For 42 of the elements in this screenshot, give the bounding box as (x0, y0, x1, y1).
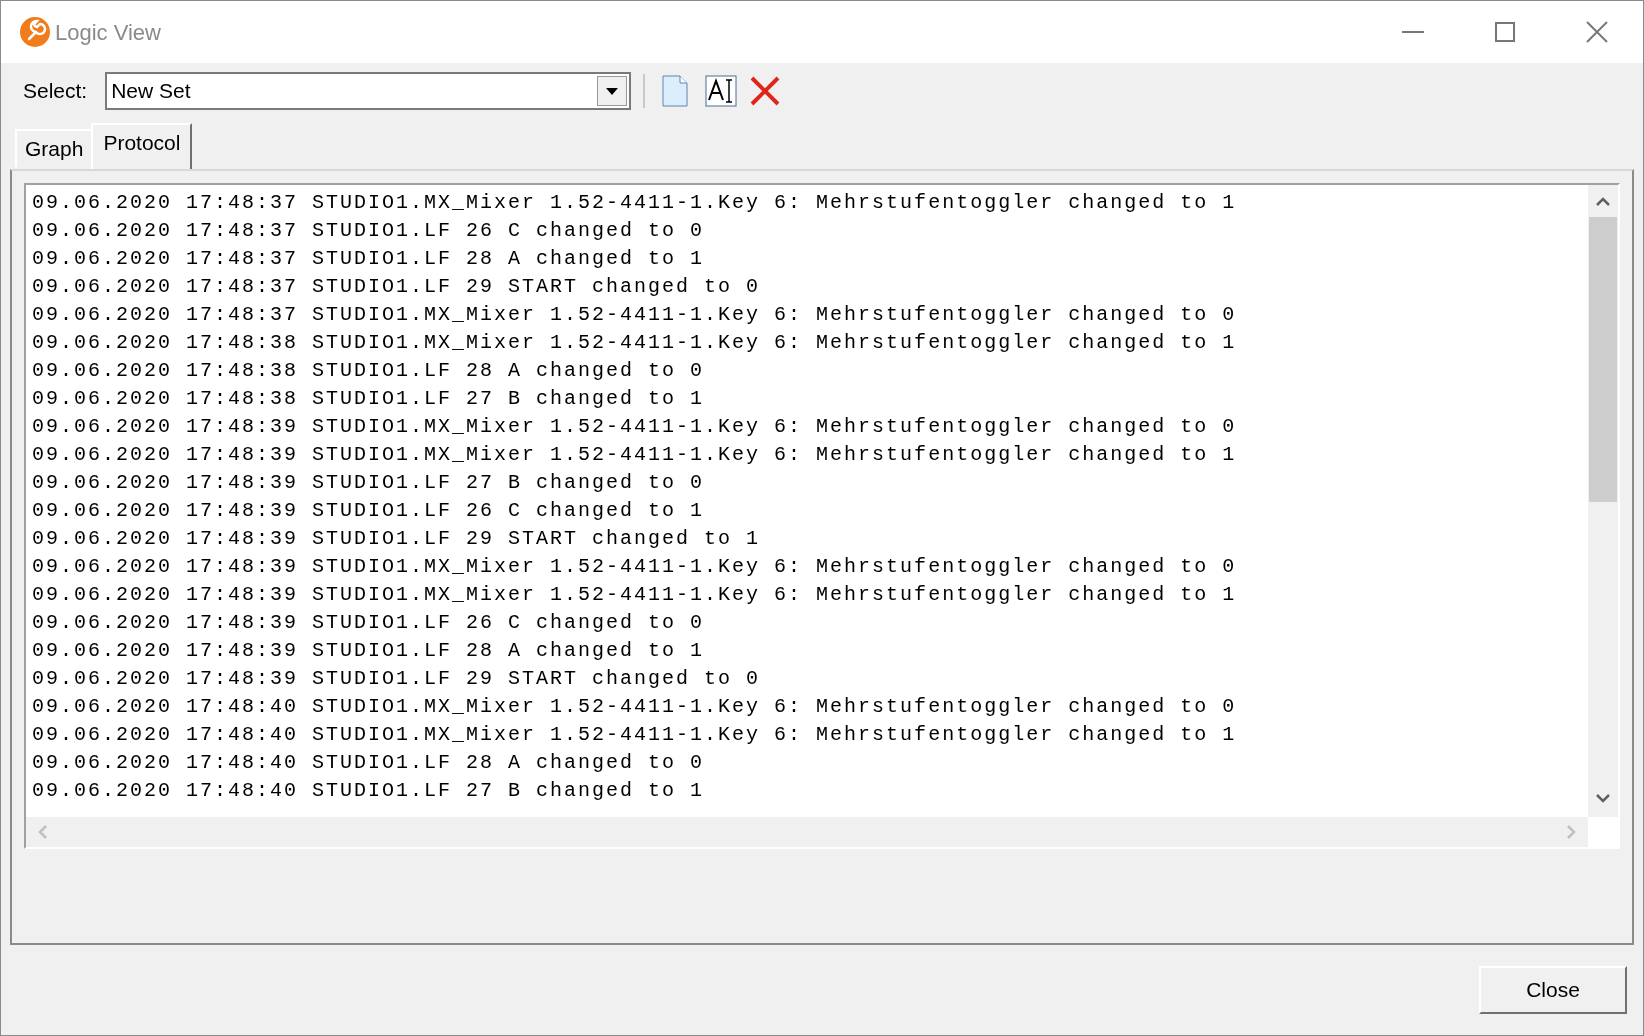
log-line: 09.06.2020 17:48:39 STUDIO1.LF 26 C changed to 0 (32, 610, 705, 636)
log-line: 09.06.2020 17:48:40 STUDIO1.LF 27 B changed to 1 (32, 778, 705, 804)
delete-cross-icon[interactable] (749, 75, 782, 107)
log-line: 09.06.2020 17:48:38 STUDIO1.LF 28 A changed to 0 (32, 358, 705, 384)
log-line: 09.06.2020 17:48:37 STUDIO1.LF 29 START changed to 0 (32, 274, 761, 300)
select-dropdown[interactable]: New Set (105, 72, 632, 110)
scroll-right-icon[interactable] (1566, 825, 1576, 839)
scroll-left-icon[interactable] (38, 825, 48, 839)
app-wrench-icon (19, 16, 51, 48)
log-line: 09.06.2020 17:48:38 STUDIO1.LF 27 B changed to 1 (32, 386, 705, 412)
rename-text-icon[interactable] (705, 75, 738, 107)
log-line: 09.06.2020 17:48:37 STUDIO1.MX_Mixer 1.52-4411-1.Key 6: Mehrstufentoggler changed to 0 (32, 302, 1237, 328)
select-label: Select: (23, 78, 88, 105)
log-line: 09.06.2020 17:48:39 STUDIO1.LF 29 START changed to 1 (32, 526, 761, 552)
vertical-scrollbar[interactable] (1588, 185, 1618, 817)
log-line: 09.06.2020 17:48:39 STUDIO1.LF 26 C changed to 1 (32, 498, 705, 524)
scrollbar-thumb[interactable] (1589, 217, 1617, 502)
log-line: 09.06.2020 17:48:39 STUDIO1.MX_Mixer 1.52-4411-1.Key 6: Mehrstufentoggler changed to 0 (32, 414, 1237, 440)
log-line: 09.06.2020 17:48:37 STUDIO1.MX_Mixer 1.52-4411-1.Key 6: Mehrstufentoggler changed to 1 (32, 190, 1237, 216)
new-document-icon[interactable] (661, 75, 690, 107)
log-line: 09.06.2020 17:48:39 STUDIO1.LF 29 START changed to 0 (32, 666, 761, 692)
tab[interactable]: Protocol (91, 123, 193, 169)
log-line: 09.06.2020 17:48:37 STUDIO1.LF 26 C changed to 0 (32, 218, 705, 244)
log-line: 09.06.2020 17:48:40 STUDIO1.MX_Mixer 1.52-4411-1.Key 6: Mehrstufentoggler changed to 1 (32, 722, 1237, 748)
scroll-up-icon[interactable] (1596, 197, 1610, 207)
maximize-icon[interactable] (1495, 22, 1515, 42)
log-line: 09.06.2020 17:48:39 STUDIO1.LF 28 A changed to 1 (32, 638, 705, 664)
horizontal-scrollbar[interactable] (26, 817, 1588, 847)
close-button[interactable]: Close (1479, 966, 1627, 1014)
close-icon[interactable] (1586, 21, 1608, 43)
minimize-icon[interactable] (1402, 31, 1424, 33)
log-line: 09.06.2020 17:48:40 STUDIO1.MX_Mixer 1.52-4411-1.Key 6: Mehrstufentoggler changed to 0 (32, 694, 1237, 720)
log-line: 09.06.2020 17:48:39 STUDIO1.LF 27 B changed to 0 (32, 470, 705, 496)
log-line: 09.06.2020 17:48:37 STUDIO1.LF 28 A changed to 1 (32, 246, 705, 272)
log-line: 09.06.2020 17:48:39 STUDIO1.MX_Mixer 1.52-4411-1.Key 6: Mehrstufentoggler changed to 1 (32, 442, 1237, 468)
log-line: 09.06.2020 17:48:40 STUDIO1.LF 28 A changed to 0 (32, 750, 705, 776)
log-line: 09.06.2020 17:48:38 STUDIO1.MX_Mixer 1.52-4411-1.Key 6: Mehrstufentoggler changed to 1 (32, 330, 1237, 356)
scroll-down-icon[interactable] (1596, 793, 1610, 803)
log-line: 09.06.2020 17:48:39 STUDIO1.MX_Mixer 1.52-4411-1.Key 6: Mehrstufentoggler changed to 1 (32, 582, 1237, 608)
window-title: Logic View (55, 18, 161, 47)
log-line: 09.06.2020 17:48:39 STUDIO1.MX_Mixer 1.52-4411-1.Key 6: Mehrstufentoggler changed to 0 (32, 554, 1237, 580)
tab[interactable]: Graph (15, 129, 92, 167)
